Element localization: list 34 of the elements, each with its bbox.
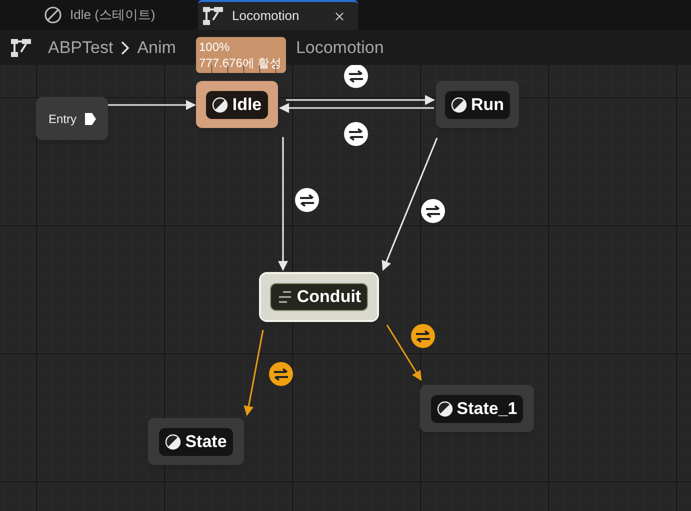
half-circle-icon: [212, 96, 228, 112]
slashed-circle-icon: [44, 6, 62, 24]
state-node[interactable]: Idle: [196, 81, 278, 128]
state-node[interactable]: State: [148, 418, 244, 465]
node-label: State_1: [456, 398, 518, 420]
pentagon-icon: [84, 112, 96, 124]
node-label: State: [185, 430, 227, 453]
close-icon[interactable]: [333, 10, 346, 22]
half-circle-icon: [436, 400, 453, 416]
tab[interactable]: Locomotion: [198, 0, 358, 30]
state-node[interactable]: Run: [436, 81, 519, 128]
node-label: Run: [470, 94, 504, 116]
chevron-icon: [121, 40, 130, 54]
node-label: Idle: [232, 94, 262, 116]
node-label: Entry: [48, 110, 76, 128]
tab-label: Idle (스테이트): [70, 6, 156, 24]
tab[interactable]: Idle (스테이트): [40, 0, 198, 30]
breadcrumb-item[interactable]: ABPTest: [48, 34, 114, 60]
conduit-icon: [276, 289, 293, 305]
node-label: Conduit: [296, 286, 362, 308]
breadcrumb-item[interactable]: Locomotion: [296, 34, 384, 60]
half-circle-icon: [165, 434, 182, 450]
tooltip-text: 100%: [199, 39, 231, 55]
transition-arrow: [386, 324, 422, 381]
tooltip-text: 777.676에 활성: [199, 55, 283, 71]
graph-icon: [10, 38, 32, 58]
transition-rule-icon[interactable]: [344, 65, 368, 88]
state-node[interactable]: State_1: [420, 385, 534, 432]
graph-icon: [202, 6, 224, 26]
tab-label: Locomotion: [232, 7, 300, 26]
entry-node[interactable]: Entry: [36, 97, 108, 140]
conduit-node[interactable]: Conduit: [261, 274, 377, 320]
half-circle-icon: [450, 96, 467, 112]
breadcrumb-item[interactable]: Anim: [137, 34, 176, 60]
